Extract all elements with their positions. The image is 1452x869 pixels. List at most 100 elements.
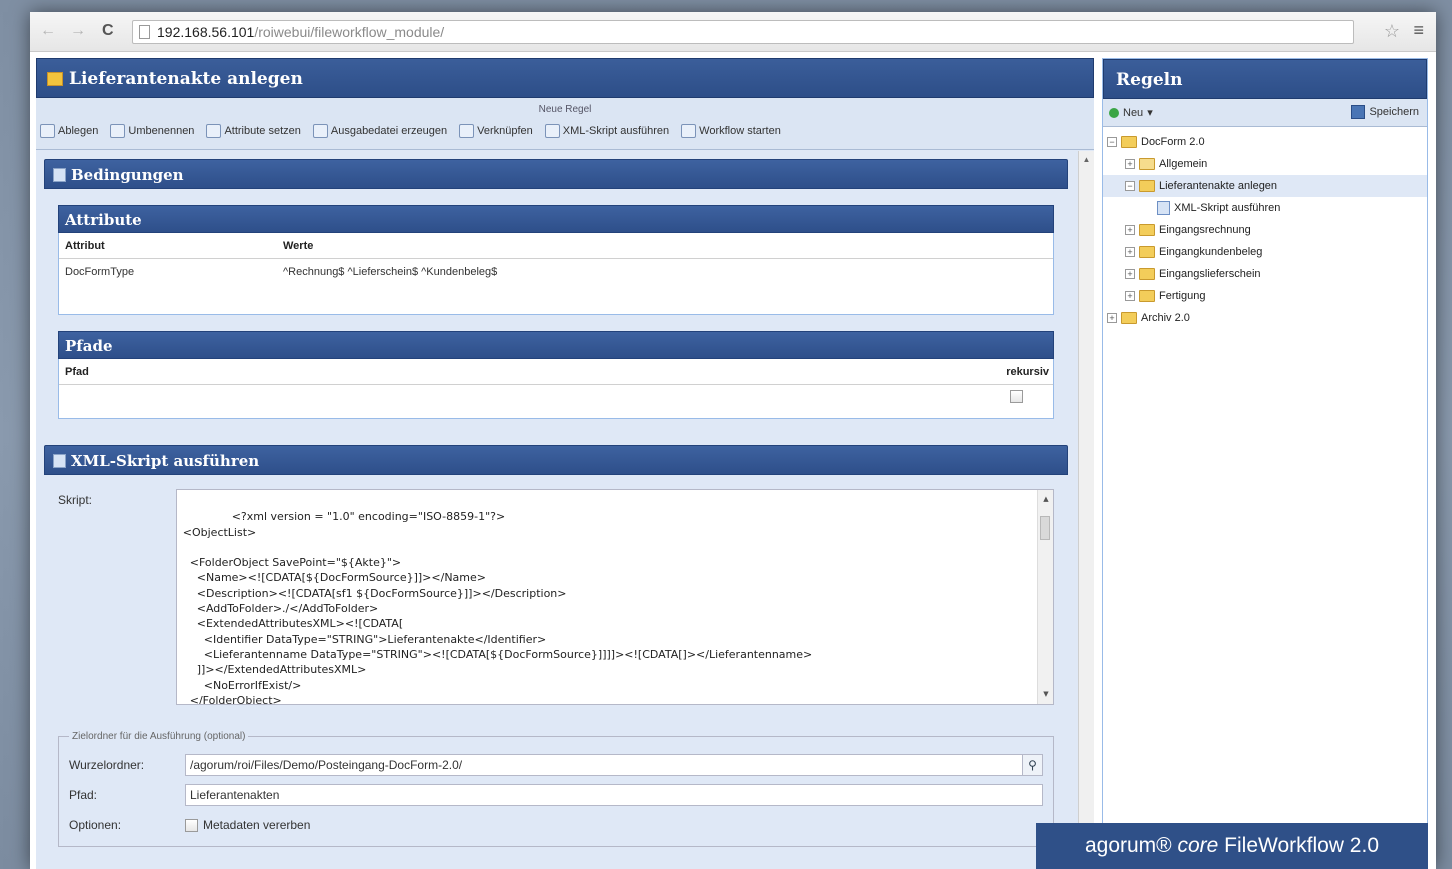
pfad-label: Pfad:	[69, 788, 98, 802]
ausgabedatei-icon	[312, 124, 328, 138]
address-bar[interactable]: 192.168.56.101/roiwebui/fileworkflow_mod…	[132, 20, 1354, 44]
metadaten-checkbox[interactable]	[185, 818, 198, 832]
rule-editor-title: Lieferantenakte anlegen	[69, 69, 303, 89]
expand-icon[interactable]: +	[1125, 247, 1135, 257]
rule-editor-header: Lieferantenakte anlegen	[36, 58, 1094, 98]
column-pfad[interactable]: Pfad	[59, 366, 993, 378]
workflow-starten-label: Workflow starten	[699, 125, 781, 137]
xml-icon	[544, 124, 560, 138]
expand-icon[interactable]: +	[1125, 225, 1135, 235]
skript-text: <?xml version = "1.0" encoding="ISO-8859…	[182, 510, 813, 705]
bedingungen-header: Bedingungen	[44, 159, 1068, 189]
pfad-field[interactable]: Lieferantenakten	[185, 784, 1043, 806]
folder-icon	[1139, 246, 1155, 258]
neu-label: Neu	[1123, 106, 1144, 119]
expand-icon[interactable]: +	[1125, 269, 1135, 279]
expand-icon[interactable]: +	[1107, 313, 1117, 323]
rules-panel: Regeln Neu ▾ Speichern − DocForm 2.0 + Allg…	[1102, 58, 1428, 869]
umbenennen-label: Umbenennen	[128, 125, 195, 137]
wurzelordner-field[interactable]: /agorum/roi/Files/Demo/Posteingang-DocFo…	[185, 754, 1043, 776]
bookmark-star-icon[interactable]: ☆	[1384, 21, 1400, 42]
tree-label: XML-Skript ausführen	[1174, 202, 1281, 214]
url-path: /roiwebui/fileworkflow_module/	[254, 24, 445, 40]
skript-scrollbar[interactable]: ▲ ▼	[1037, 490, 1053, 704]
tree-node-allgemein[interactable]: + Allgemein	[1103, 153, 1427, 175]
tree-node-archiv[interactable]: + Archiv 2.0	[1103, 307, 1427, 329]
url-host: 192.168.56.101	[157, 24, 255, 40]
tree-node-xml-skript[interactable]: XML-Skript ausführen	[1103, 197, 1427, 219]
ausgabedatei-label: Ausgabedatei erzeugen	[330, 125, 448, 137]
column-attribut[interactable]: Attribut	[59, 240, 277, 252]
page-icon	[139, 25, 150, 39]
skript-label: Skript:	[58, 493, 93, 507]
tree-label: Fertigung	[1159, 290, 1206, 302]
tree-node-eingangsrechnung[interactable]: + Eingangsrechnung	[1103, 219, 1427, 241]
collapse-icon[interactable]: −	[1125, 181, 1135, 191]
attribute-setzen-button[interactable]: Attribute setzen	[206, 124, 301, 138]
tree-node-eingangslieferschein[interactable]: + Eingangslieferschein	[1103, 263, 1427, 285]
tree-label: Eingangkundenbeleg	[1159, 246, 1263, 258]
xml-skript-body: Skript: <?xml version = "1.0" encoding="…	[44, 475, 1068, 861]
attribute-setzen-label: Attribute setzen	[224, 125, 301, 137]
folder-icon	[1139, 268, 1155, 280]
ausgabedatei-button[interactable]: Ausgabedatei erzeugen	[312, 124, 448, 138]
tree-node-docform[interactable]: − DocForm 2.0	[1103, 131, 1427, 153]
verknuepfen-button[interactable]: Verknüpfen	[459, 124, 533, 138]
rule-editor-scroll-area: ▲ Bedingungen Attribute Attribut Werte D…	[36, 151, 1094, 869]
product-watermark: agorum® core FileWorkflow 2.0	[1036, 823, 1428, 869]
pfade-grid: Pfad rekursiv	[58, 359, 1054, 419]
rule-editor-scrollbar[interactable]: ▲	[1078, 151, 1094, 869]
folder-icon	[1121, 136, 1137, 148]
skript-textarea[interactable]: <?xml version = "1.0" encoding="ISO-8859…	[175, 489, 1054, 705]
tree-label: Archiv 2.0	[1141, 312, 1190, 324]
watermark-core: core	[1177, 834, 1219, 857]
tree-node-eingangkundenbeleg[interactable]: + Eingangkundenbeleg	[1103, 241, 1427, 263]
reload-button[interactable]: C	[102, 22, 114, 40]
watermark-brand: agorum®	[1084, 834, 1178, 857]
workflow-starten-button[interactable]: Workflow starten	[681, 124, 781, 138]
screenshot-frame: ← → C 192.168.56.101/roiwebui/fileworkfl…	[30, 12, 1436, 869]
verknuepfen-icon	[459, 124, 475, 138]
attribute-icon	[206, 124, 222, 138]
expand-icon[interactable]: +	[1125, 291, 1135, 301]
ablegen-button[interactable]: Ablegen	[40, 124, 98, 138]
neu-button[interactable]: Neu ▾	[1109, 106, 1153, 119]
rules-tree: − DocForm 2.0 + Allgemein − Lieferantenakte…	[1103, 127, 1427, 329]
forward-button[interactable]: →	[70, 22, 86, 40]
ablegen-label: Ablegen	[58, 125, 99, 137]
menu-icon[interactable]: ≡	[1413, 20, 1424, 41]
folder-icon	[1121, 312, 1137, 324]
script-icon	[1157, 201, 1170, 215]
tree-label: Eingangslieferschein	[1159, 268, 1261, 280]
pfade-header: Pfade	[58, 331, 1054, 359]
collapse-icon[interactable]: −	[1107, 137, 1117, 147]
tree-node-lieferantenakte[interactable]: − Lieferantenakte anlegen	[1103, 175, 1427, 197]
conditions-icon	[53, 168, 66, 182]
umbenennen-button[interactable]: Umbenennen	[110, 124, 194, 138]
watermark-product: FileWorkflow 2.0	[1218, 834, 1380, 857]
zielordner-fieldset: Zielordner für die Ausführung (optional)…	[58, 731, 1054, 847]
xml-skript-title: XML-Skript ausführen	[71, 452, 260, 470]
search-icon[interactable]: ⚲	[1022, 755, 1042, 775]
column-werte[interactable]: Werte	[277, 240, 1053, 252]
folder-icon	[1139, 224, 1155, 236]
speichern-button[interactable]: Speichern	[1351, 105, 1419, 119]
attribut-cell: DocFormType	[65, 266, 135, 278]
column-rekursiv[interactable]: rekursiv	[993, 366, 1053, 378]
expand-icon[interactable]: +	[1125, 159, 1135, 169]
add-icon	[1109, 107, 1119, 118]
wurzelordner-label: Wurzelordner:	[69, 758, 145, 772]
table-row[interactable]	[59, 385, 1053, 411]
script-icon	[53, 454, 66, 468]
bedingungen-body: Attribute Attribut Werte DocFormType ^Re…	[44, 189, 1068, 433]
table-row[interactable]: DocFormType ^Rechnung$ ^Lieferschein$ ^K…	[59, 259, 1053, 285]
tree-label: Allgemein	[1159, 158, 1208, 170]
verknuepfen-label: Verknüpfen	[477, 125, 533, 137]
rule-editor-panel: Lieferantenakte anlegen Neue Regel Ableg…	[36, 58, 1094, 869]
speichern-label: Speichern	[1369, 106, 1419, 118]
tree-node-fertigung[interactable]: + Fertigung	[1103, 285, 1427, 307]
xml-skript-button[interactable]: XML-Skript ausführen	[544, 124, 669, 138]
back-button[interactable]: ←	[40, 22, 56, 40]
attribute-grid-header: Attribut Werte	[59, 233, 1053, 259]
rekursiv-checkbox[interactable]	[1010, 390, 1023, 403]
